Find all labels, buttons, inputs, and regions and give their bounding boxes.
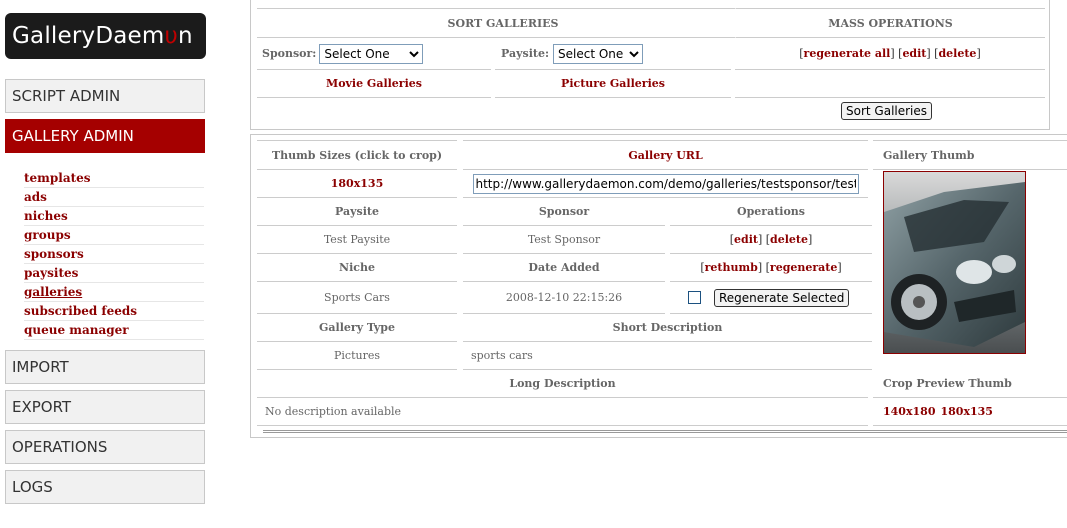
short-description-value: sports cars [463, 342, 872, 370]
sponsor-value: Test Sponsor [463, 226, 665, 254]
gallery-url-cell [463, 170, 868, 198]
picture-galleries-link[interactable]: Picture Galleries [561, 77, 665, 90]
menu-import[interactable]: IMPORT [5, 350, 205, 384]
gallery-type-value: Pictures [257, 342, 457, 370]
regenerate-link[interactable]: regenerate [770, 261, 837, 274]
crop-preview-links: 140x180 180x135 [873, 398, 1067, 426]
thumb-sizes-header: Thumb Sizes (click to crop) [257, 140, 457, 170]
gallery-type-header: Gallery Type [257, 314, 457, 342]
logo-mark: υ [164, 23, 178, 49]
crop-140x180-link[interactable]: 140x180 [883, 405, 935, 418]
crop-preview-header: Crop Preview Thumb [873, 370, 1067, 398]
submenu-galleries[interactable]: galleries [24, 283, 204, 302]
submenu-queue-manager[interactable]: queue manager [24, 321, 204, 340]
menu-export[interactable]: EXPORT [5, 390, 205, 424]
crop-180x135-link[interactable]: 180x135 [940, 405, 992, 418]
short-description-header: Short Description [463, 314, 872, 342]
thumb-size-cell: 180x135 [257, 170, 457, 198]
sponsor-header: Sponsor [463, 198, 665, 226]
select-checkbox[interactable] [688, 291, 701, 304]
menu-operations[interactable]: OPERATIONS [5, 430, 205, 464]
operations-links: [edit] [delete] [670, 226, 872, 254]
submenu-sponsors[interactable]: sponsors [24, 245, 204, 264]
date-added-header: Date Added [463, 254, 665, 282]
car-photo-icon [884, 172, 1025, 353]
mass-delete-link[interactable]: delete [938, 47, 976, 60]
submenu-ads[interactable]: ads [24, 188, 204, 207]
paysite-header: Paysite [257, 198, 457, 226]
menu-gallery-admin[interactable]: GALLERY ADMIN [5, 119, 205, 153]
panel-bottom-divider [263, 430, 1067, 433]
submenu-templates[interactable]: templates [24, 169, 204, 188]
sponsor-filter: Sponsor: Select One [257, 38, 491, 70]
niche-header: Niche [257, 254, 457, 282]
mass-ops-links: [regenerate all] [edit] [delete] [735, 38, 1045, 70]
thumb-size-180x135-link[interactable]: 180x135 [331, 177, 383, 190]
mass-ops-spacer [735, 70, 1045, 98]
sort-button-cell: Sort Galleries [841, 99, 941, 123]
thumb-ops-links: [rethumb] [regenerate] [670, 254, 872, 282]
paysite-filter-label: Paysite: [501, 47, 550, 60]
movie-galleries-link[interactable]: Movie Galleries [326, 77, 422, 90]
menu-logs[interactable]: LOGS [5, 470, 205, 504]
picture-galleries-cell: Picture Galleries [495, 70, 731, 98]
paysite-value: Test Paysite [257, 226, 457, 254]
gallery-delete-link[interactable]: delete [770, 233, 808, 246]
gallery-url-input[interactable] [472, 173, 859, 194]
gallery-edit-link[interactable]: edit [734, 233, 758, 246]
logo: GalleryDaemυn [5, 13, 206, 59]
sponsor-filter-label: Sponsor: [262, 47, 317, 60]
sponsor-select[interactable]: Select One [319, 43, 424, 64]
gallery-thumb-header: Gallery Thumb [873, 140, 1067, 170]
sort-panel: SORT GALLERIES MASS OPERATIONS Sponsor: … [250, 0, 1050, 130]
rethumb-link[interactable]: rethumb [705, 261, 758, 274]
gallery-panel: Thumb Sizes (click to crop) Gallery URL … [250, 134, 1067, 438]
niche-value: Sports Cars [257, 282, 457, 314]
menu-script-admin[interactable]: SCRIPT ADMIN [5, 79, 205, 113]
movie-galleries-cell: Movie Galleries [257, 70, 491, 98]
submenu-niches[interactable]: niches [24, 207, 204, 226]
paysite-filter: Paysite: Select One [495, 38, 731, 70]
gallery-admin-submenu: templates ads niches groups sponsors pay… [24, 169, 204, 340]
submenu-subscribed-feeds[interactable]: subscribed feeds [24, 302, 204, 321]
operations-header: Operations [670, 198, 872, 226]
long-description-value: No description available [257, 398, 868, 426]
regenerate-all-link[interactable]: regenerate all [804, 47, 891, 60]
regenerate-selected-button[interactable]: Regenerate Selected [714, 288, 850, 307]
submenu-groups[interactable]: groups [24, 226, 204, 245]
date-added-value: 2008-12-10 22:15:26 [463, 282, 665, 314]
gallery-url-header: Gallery URL [463, 140, 868, 170]
gallery-thumb-image[interactable] [883, 171, 1026, 354]
paysite-select[interactable]: Select One [553, 43, 644, 64]
regenerate-selected-cell: Regenerate Selected [670, 282, 872, 314]
mass-edit-link[interactable]: edit [902, 47, 926, 60]
submenu-paysites[interactable]: paysites [24, 264, 204, 283]
mass-operations-title: MASS OPERATIONS [735, 8, 1045, 38]
long-description-header: Long Description [257, 370, 868, 398]
sort-galleries-button[interactable]: Sort Galleries [841, 102, 933, 120]
